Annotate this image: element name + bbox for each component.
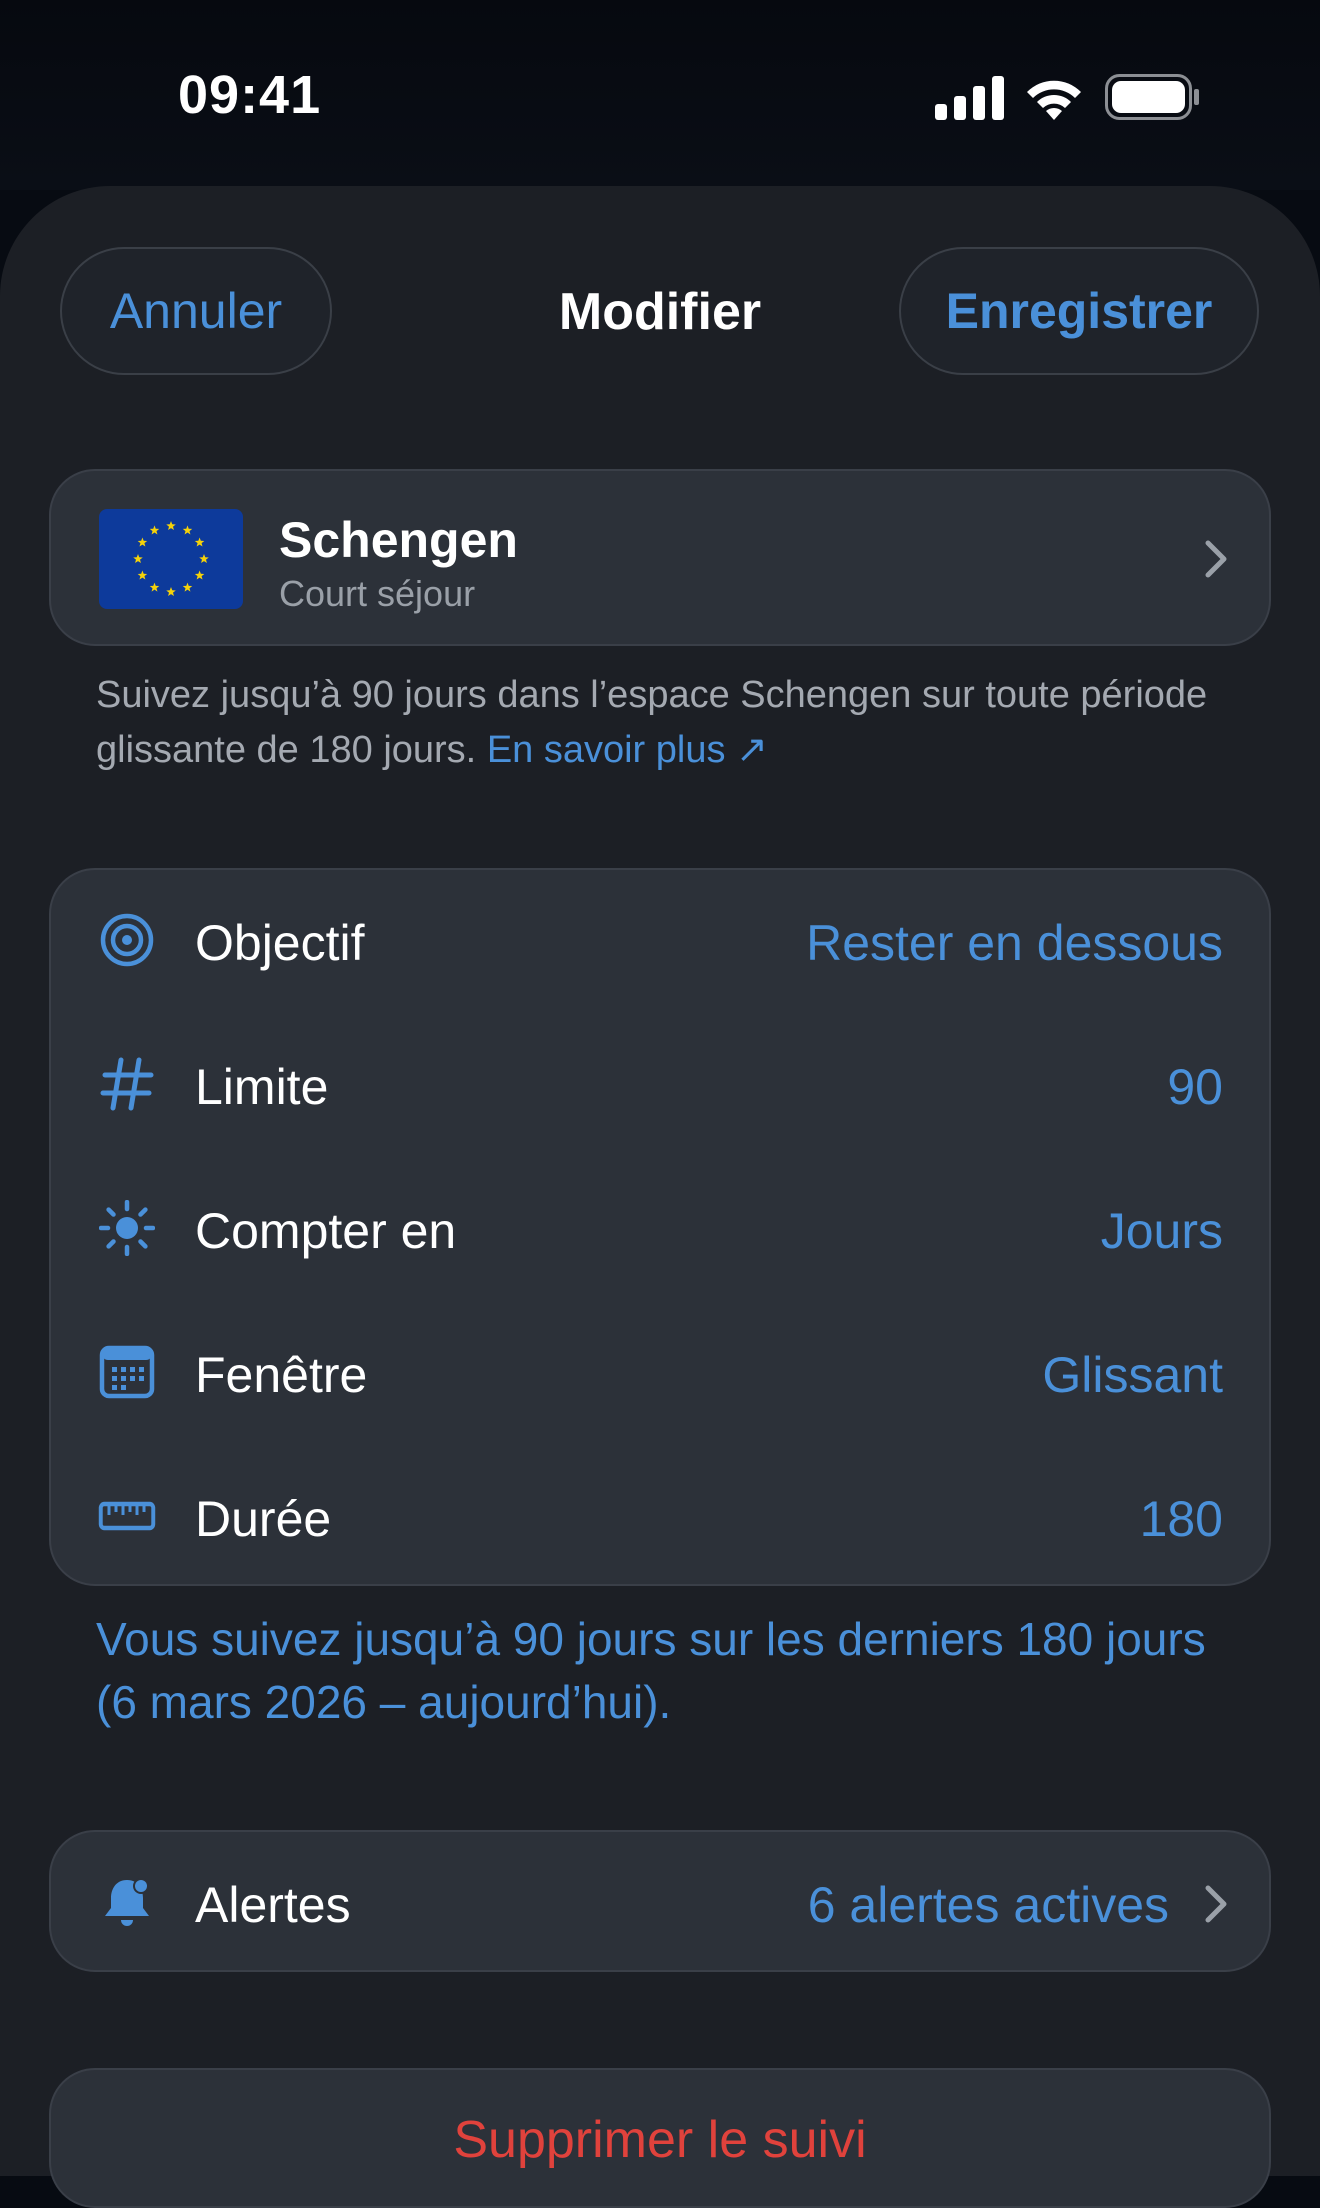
setting-row-window[interactable]: Fenêtre Glissant bbox=[51, 1302, 1269, 1442]
eu-flag-star bbox=[149, 582, 160, 592]
eu-flag-star bbox=[182, 525, 193, 535]
eu-flag-star bbox=[199, 554, 209, 564]
cellular-signal-icon bbox=[935, 76, 1004, 120]
calendar-icon bbox=[99, 1345, 155, 1399]
wifi-icon bbox=[1027, 80, 1081, 120]
setting-label: Durée bbox=[195, 1491, 332, 1547]
tracking-summary: Vous suivez jusqu’à 90 jours sur les der… bbox=[96, 1613, 1206, 1728]
setting-value: Rester en dessous bbox=[806, 915, 1223, 971]
battery-icon bbox=[1105, 74, 1199, 120]
delete-label: Supprimer le suivi bbox=[453, 2111, 867, 2169]
bell-badge-icon bbox=[105, 1878, 149, 1926]
setting-label: Limite bbox=[195, 1059, 329, 1115]
setting-value: Jours bbox=[1100, 1203, 1223, 1259]
eu-flag-star bbox=[194, 537, 205, 547]
learn-more-link[interactable]: En savoir plus ↗ bbox=[487, 729, 768, 771]
setting-row-duration[interactable]: Durée 180 bbox=[51, 1446, 1269, 1586]
eu-flag-star bbox=[182, 582, 193, 592]
eu-flag-star bbox=[149, 525, 160, 535]
target-icon bbox=[100, 913, 154, 967]
eu-flag-star bbox=[133, 554, 143, 564]
eu-flag-star bbox=[166, 587, 176, 597]
ruler-icon bbox=[98, 1501, 156, 1531]
delete-tracking-button[interactable]: Supprimer le suivi bbox=[49, 2068, 1271, 2208]
setting-row-objective[interactable]: Objectif Rester en dessous bbox=[51, 870, 1269, 1010]
setting-label: Objectif bbox=[195, 915, 365, 971]
alerts-card[interactable]: Alertes 6 alertes actives bbox=[49, 1830, 1271, 1972]
page-title: Modifier bbox=[558, 283, 762, 341]
hash-icon bbox=[100, 1057, 154, 1111]
settings-card: Objectif Rester en dessous Limite 90 Com… bbox=[49, 868, 1271, 1586]
setting-row-limit[interactable]: Limite 90 bbox=[51, 1014, 1269, 1154]
setting-label: Fenêtre bbox=[195, 1347, 368, 1403]
eu-flag-star bbox=[137, 570, 148, 580]
setting-value: 180 bbox=[1139, 1491, 1223, 1547]
chevron-right-icon bbox=[1205, 1885, 1227, 1923]
chevron-right-icon bbox=[1205, 540, 1227, 578]
status-icons bbox=[935, 72, 1205, 122]
eu-flag-star bbox=[137, 537, 148, 547]
zone-name: Schengen bbox=[279, 512, 518, 568]
eu-flag-star bbox=[166, 521, 176, 531]
zone-subtitle: Court séjour bbox=[279, 573, 476, 614]
sun-icon bbox=[99, 1200, 155, 1256]
setting-value: Glissant bbox=[1042, 1347, 1223, 1403]
setting-value: 90 bbox=[1167, 1059, 1223, 1115]
setting-row-count-unit[interactable]: Compter en Jours bbox=[51, 1158, 1269, 1298]
status-bar: 09:41 bbox=[0, 0, 1320, 190]
eu-flag-icon bbox=[99, 509, 243, 609]
zone-card[interactable]: Schengen Court séjour bbox=[49, 469, 1271, 646]
status-time: 09:41 bbox=[178, 65, 322, 125]
cancel-button[interactable]: Annuler bbox=[60, 247, 332, 375]
save-button[interactable]: Enregistrer bbox=[899, 247, 1259, 375]
eu-flag-star bbox=[194, 570, 205, 580]
alerts-label: Alertes bbox=[195, 1877, 351, 1933]
alerts-value: 6 alertes actives bbox=[807, 1877, 1169, 1933]
setting-label: Compter en bbox=[195, 1203, 457, 1259]
zone-description: Suivez jusqu’à 90 jours dans l’espace Sc… bbox=[96, 668, 1236, 778]
